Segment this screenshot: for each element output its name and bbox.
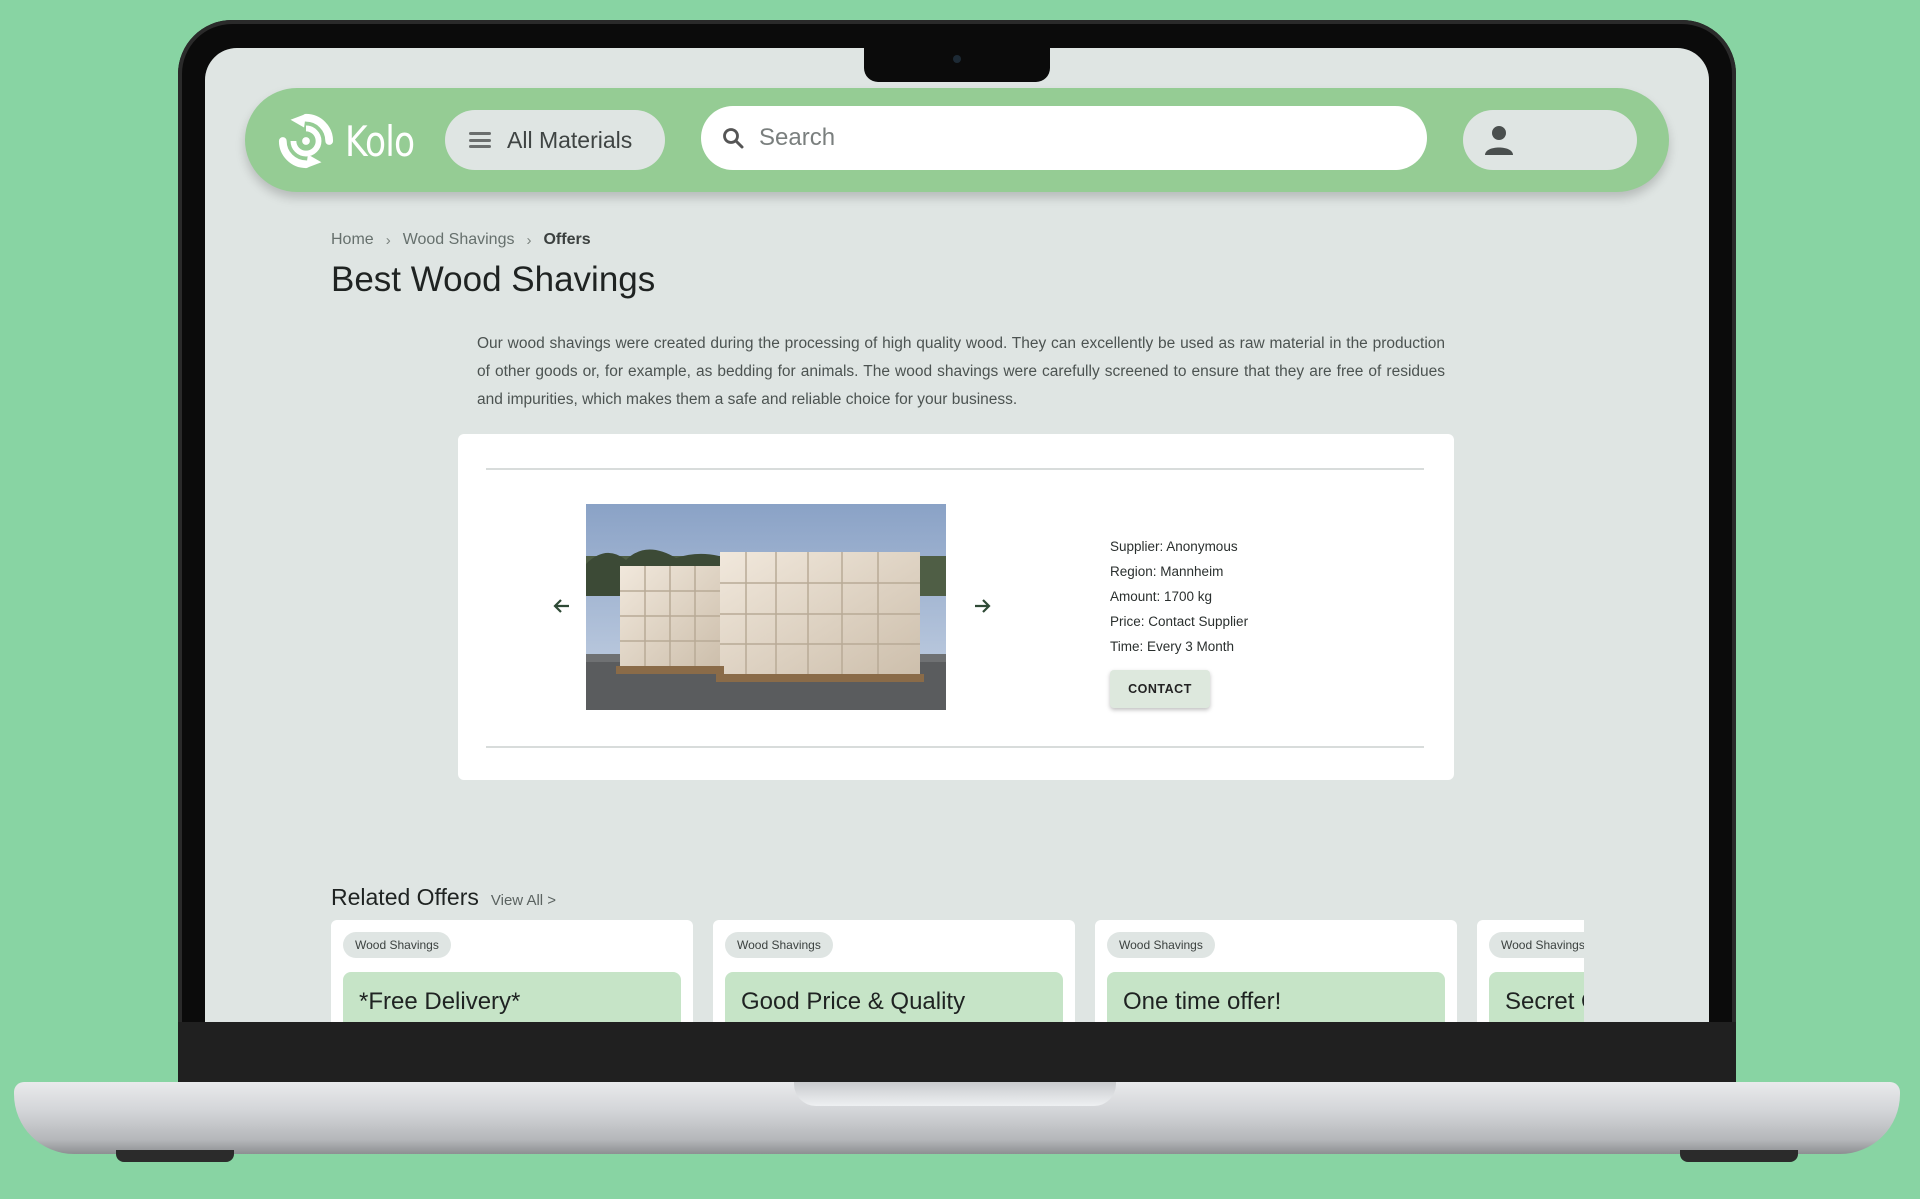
profile-button[interactable] [1463, 110, 1637, 170]
user-icon [1485, 126, 1513, 155]
divider [486, 468, 1424, 470]
product-description: Our wood shavings were created during th… [477, 335, 1445, 408]
view-all-link[interactable]: View All > [491, 892, 556, 909]
search-icon [723, 128, 744, 149]
recycle-logo-icon [278, 113, 334, 169]
related-offer-card[interactable]: Wood Shavings *Free Delivery* [331, 920, 693, 1022]
supplier-text: Supplier: Anonymous [1110, 539, 1238, 554]
arrow-left-icon[interactable] [550, 594, 574, 618]
time-text: Time: Every 3 Month [1110, 639, 1235, 654]
chevron-right-icon: › [526, 231, 532, 249]
product-image [586, 504, 946, 710]
breadcrumb: Home › Wood Shavings › Offers [331, 231, 591, 249]
offer-title: Secret Offer [1489, 972, 1584, 1022]
related-offers-title: Related Offers [331, 884, 479, 910]
offer-title: One time offer! [1107, 972, 1445, 1022]
breadcrumb-offers: Offers [543, 231, 591, 248]
related-offers-header: Related Offers View All > [331, 884, 556, 911]
region-text: Region: Mannheim [1110, 564, 1224, 579]
search-input[interactable] [759, 124, 1379, 152]
all-materials-button[interactable]: All Materials [445, 110, 665, 170]
arrow-right-icon[interactable] [970, 594, 994, 618]
camera-notch [864, 48, 1050, 82]
camera-icon [953, 55, 961, 63]
category-tag: Wood Shavings [725, 932, 833, 958]
amount-text: Amount: 1700 kg [1110, 589, 1213, 604]
laptop-opening-groove [794, 1082, 1116, 1106]
related-offer-card[interactable]: Wood Shavings Secret Offer [1477, 920, 1584, 1022]
related-offer-card[interactable]: Wood Shavings One time offer! [1095, 920, 1457, 1022]
category-tag: Wood Shavings [343, 932, 451, 958]
breadcrumb-wood-shavings[interactable]: Wood Shavings [403, 231, 515, 249]
contact-button[interactable]: CONTACT [1110, 670, 1210, 708]
menu-icon [469, 132, 491, 148]
logo[interactable]: Kolo [277, 112, 430, 170]
page-title: Best Wood Shavings [331, 260, 656, 299]
related-offer-card[interactable]: Wood Shavings Good Price & Quality [713, 920, 1075, 1022]
category-tag: Wood Shavings [1107, 932, 1215, 958]
top-navigation-bar: Kolo All Materials [245, 88, 1669, 192]
screen: Kolo All Materials Home › Wood Shavings … [205, 48, 1709, 1022]
divider [486, 746, 1424, 748]
offer-details: Supplier: Anonymous Region: Mannheim Amo… [1110, 534, 1248, 659]
laptop-foot-right [1680, 1150, 1798, 1162]
price-text: Price: Contact Supplier [1110, 614, 1249, 629]
chevron-right-icon: › [385, 231, 391, 249]
search-bar[interactable] [701, 106, 1427, 170]
offer-card: Supplier: Anonymous Region: Mannheim Amo… [458, 434, 1454, 780]
laptop-chin [178, 1022, 1736, 1084]
offer-title: Good Price & Quality [725, 972, 1063, 1022]
offer-title: *Free Delivery* [343, 972, 681, 1022]
laptop-foot-left [116, 1150, 234, 1162]
breadcrumb-home[interactable]: Home [331, 231, 374, 249]
all-materials-label: All Materials [507, 126, 633, 153]
related-offers-carousel: Wood Shavings *Free Delivery* Wood Shavi… [331, 920, 1584, 1022]
category-tag: Wood Shavings [1489, 932, 1584, 958]
logo-text: Kolo [345, 116, 415, 166]
